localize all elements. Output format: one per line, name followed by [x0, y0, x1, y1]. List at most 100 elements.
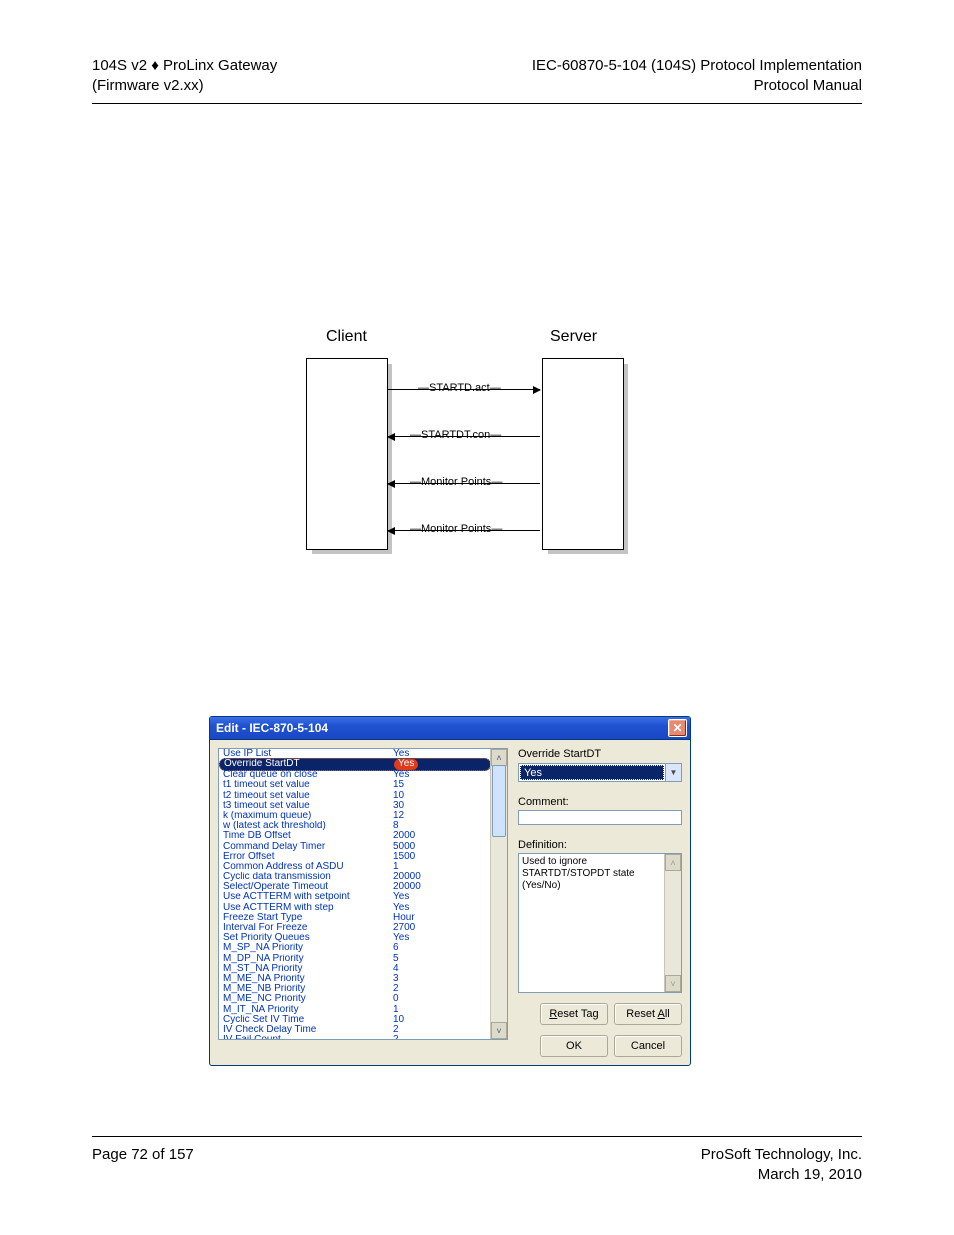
footer-left: Page 72 of 157: [92, 1145, 194, 1186]
list-item[interactable]: Common Address of ASDU1: [219, 862, 491, 872]
def-scroll-up-icon[interactable]: ˄: [665, 854, 681, 871]
header-left: 104S v2 ♦ ProLinx Gateway (Firmware v2.x…: [92, 56, 277, 97]
param-name: Command Delay Timer: [223, 842, 393, 852]
definition-text: Used to ignore STARTDT/STOPDT state (Yes…: [522, 856, 635, 891]
list-item[interactable]: t1 timeout set value15: [219, 780, 491, 790]
footer-rule: [92, 1136, 862, 1137]
scroll-thumb[interactable]: [492, 765, 506, 837]
list-item[interactable]: Use ACTTERM with stepYes: [219, 903, 491, 913]
arrow3: [388, 483, 540, 484]
param-name: t1 timeout set value: [223, 780, 393, 790]
param-name: t2 timeout set value: [223, 791, 393, 801]
param-name: Interval For Freeze: [223, 923, 393, 933]
arrow2: [388, 436, 540, 437]
list-item[interactable]: w (latest ack threshold)8: [219, 821, 491, 831]
arrow4-label: —Monitor Points—: [410, 523, 502, 535]
list-item[interactable]: k (maximum queue)12: [219, 811, 491, 821]
dialog-titlebar[interactable]: Edit - IEC-870-5-104 ✕: [210, 717, 690, 740]
header-rule: [92, 103, 862, 104]
edit-dialog: Edit - IEC-870-5-104 ✕ Use IP ListYesOve…: [209, 716, 691, 1066]
arrow3-label: —Monitor Points—: [410, 476, 502, 488]
selected-param-label: Override StartDT: [518, 748, 682, 760]
param-value: 2000: [393, 831, 415, 841]
value-dropdown[interactable]: Yes ▼: [518, 763, 682, 782]
param-value: 0: [393, 994, 399, 1004]
list-item[interactable]: Cyclic data transmission20000: [219, 872, 491, 882]
chevron-down-icon[interactable]: ▼: [665, 764, 681, 781]
list-item[interactable]: Interval For Freeze2700: [219, 923, 491, 933]
detail-pane: Override StartDT Yes ▼ Comment: Definiti…: [518, 748, 682, 1057]
param-name: Freeze Start Type: [223, 913, 393, 923]
list-item[interactable]: IV Fail Count2: [219, 1035, 491, 1039]
list-item[interactable]: M_ME_NC Priority0: [219, 994, 491, 1004]
definition-box: Used to ignore STARTDT/STOPDT state (Yes…: [518, 853, 682, 993]
param-name: Set Priority Queues: [223, 933, 393, 943]
param-name: IV Check Delay Time: [223, 1025, 393, 1035]
param-value: 2: [393, 1035, 399, 1039]
param-name: Override StartDT: [224, 759, 394, 770]
scrollbar[interactable]: ˄ ˅: [490, 749, 507, 1039]
param-name: M_ST_NA Priority: [223, 964, 393, 974]
reset-all-button[interactable]: Reset All: [614, 1003, 682, 1025]
list-item[interactable]: M_ST_NA Priority4: [219, 964, 491, 974]
list-item[interactable]: Set Priority QueuesYes: [219, 933, 491, 943]
definition-scrollbar[interactable]: ˄ ˅: [664, 854, 681, 992]
param-name: Select/Operate Timeout: [223, 882, 393, 892]
arrow2-label: —STARTDT.con—: [410, 429, 501, 441]
param-name: Use IP List: [223, 749, 393, 759]
sequence-diagram: Client Server —STARTD.act— —STARTDT.con—…: [300, 328, 640, 564]
button-row-2: OK Cancel: [518, 1035, 682, 1057]
list-item[interactable]: Time DB Offset2000: [219, 831, 491, 841]
scroll-down-icon[interactable]: ˅: [491, 1022, 507, 1039]
dropdown-selected: Yes: [520, 765, 664, 780]
footer-right-line1: ProSoft Technology, Inc.: [701, 1146, 862, 1163]
list-item[interactable]: Cyclic Set IV Time10: [219, 1015, 491, 1025]
comment-input[interactable]: [518, 810, 682, 825]
list-item[interactable]: Freeze Start TypeHour: [219, 913, 491, 923]
param-name: M_SP_NA Priority: [223, 943, 393, 953]
reset-tag-button[interactable]: Reset Tag: [540, 1003, 608, 1025]
list-item[interactable]: t2 timeout set value10: [219, 791, 491, 801]
list-item[interactable]: Command Delay Timer5000: [219, 842, 491, 852]
def-scroll-down-icon[interactable]: ˅: [665, 975, 681, 992]
header-right: IEC-60870-5-104 (104S) Protocol Implemen…: [532, 56, 862, 97]
list-item[interactable]: M_ME_NB Priority2: [219, 984, 491, 994]
list-item[interactable]: Error Offset1500: [219, 852, 491, 862]
param-name: M_ME_NA Priority: [223, 974, 393, 984]
dialog-title: Edit - IEC-870-5-104: [216, 721, 328, 735]
header-right-line2: Protocol Manual: [754, 77, 862, 94]
ok-button[interactable]: OK: [540, 1035, 608, 1057]
list-item[interactable]: t3 timeout set value30: [219, 801, 491, 811]
param-name: Cyclic Set IV Time: [223, 1015, 393, 1025]
param-name: Use ACTTERM with step: [223, 903, 393, 913]
arrow1: [388, 389, 540, 390]
server-block: [542, 358, 624, 550]
list-item[interactable]: IV Check Delay Time2: [219, 1025, 491, 1035]
cancel-button[interactable]: Cancel: [614, 1035, 682, 1057]
parameter-list[interactable]: Use IP ListYesOverride StartDTYesClear q…: [218, 748, 508, 1040]
list-item[interactable]: M_DP_NA Priority5: [219, 954, 491, 964]
param-name: w (latest ack threshold): [223, 821, 393, 831]
footer-right: ProSoft Technology, Inc. March 19, 2010: [701, 1145, 862, 1186]
document-page: 104S v2 ♦ ProLinx Gateway (Firmware v2.x…: [0, 0, 954, 1235]
list-item[interactable]: Use ACTTERM with setpointYes: [219, 892, 491, 902]
scroll-up-icon[interactable]: ˄: [491, 749, 507, 766]
param-name: Use ACTTERM with setpoint: [223, 892, 393, 902]
client-label: Client: [326, 328, 367, 346]
param-name: M_ME_NC Priority: [223, 994, 393, 1004]
list-item[interactable]: M_IT_NA Priority1: [219, 1005, 491, 1015]
list-item[interactable]: M_ME_NA Priority3: [219, 974, 491, 984]
arrow4: [388, 530, 540, 531]
footer-right-line2: March 19, 2010: [758, 1166, 862, 1183]
list-item[interactable]: M_SP_NA Priority6: [219, 943, 491, 953]
client-block: [306, 358, 388, 550]
param-name: Time DB Offset: [223, 831, 393, 841]
param-name: Error Offset: [223, 852, 393, 862]
list-item[interactable]: Select/Operate Timeout20000: [219, 882, 491, 892]
list-item[interactable]: Clear queue on closeYes: [219, 770, 491, 780]
close-icon[interactable]: ✕: [668, 719, 687, 737]
page-header: 104S v2 ♦ ProLinx Gateway (Firmware v2.x…: [92, 56, 862, 97]
definition-label: Definition:: [518, 839, 682, 851]
param-name: Common Address of ASDU: [223, 862, 393, 872]
param-name: M_DP_NA Priority: [223, 954, 393, 964]
